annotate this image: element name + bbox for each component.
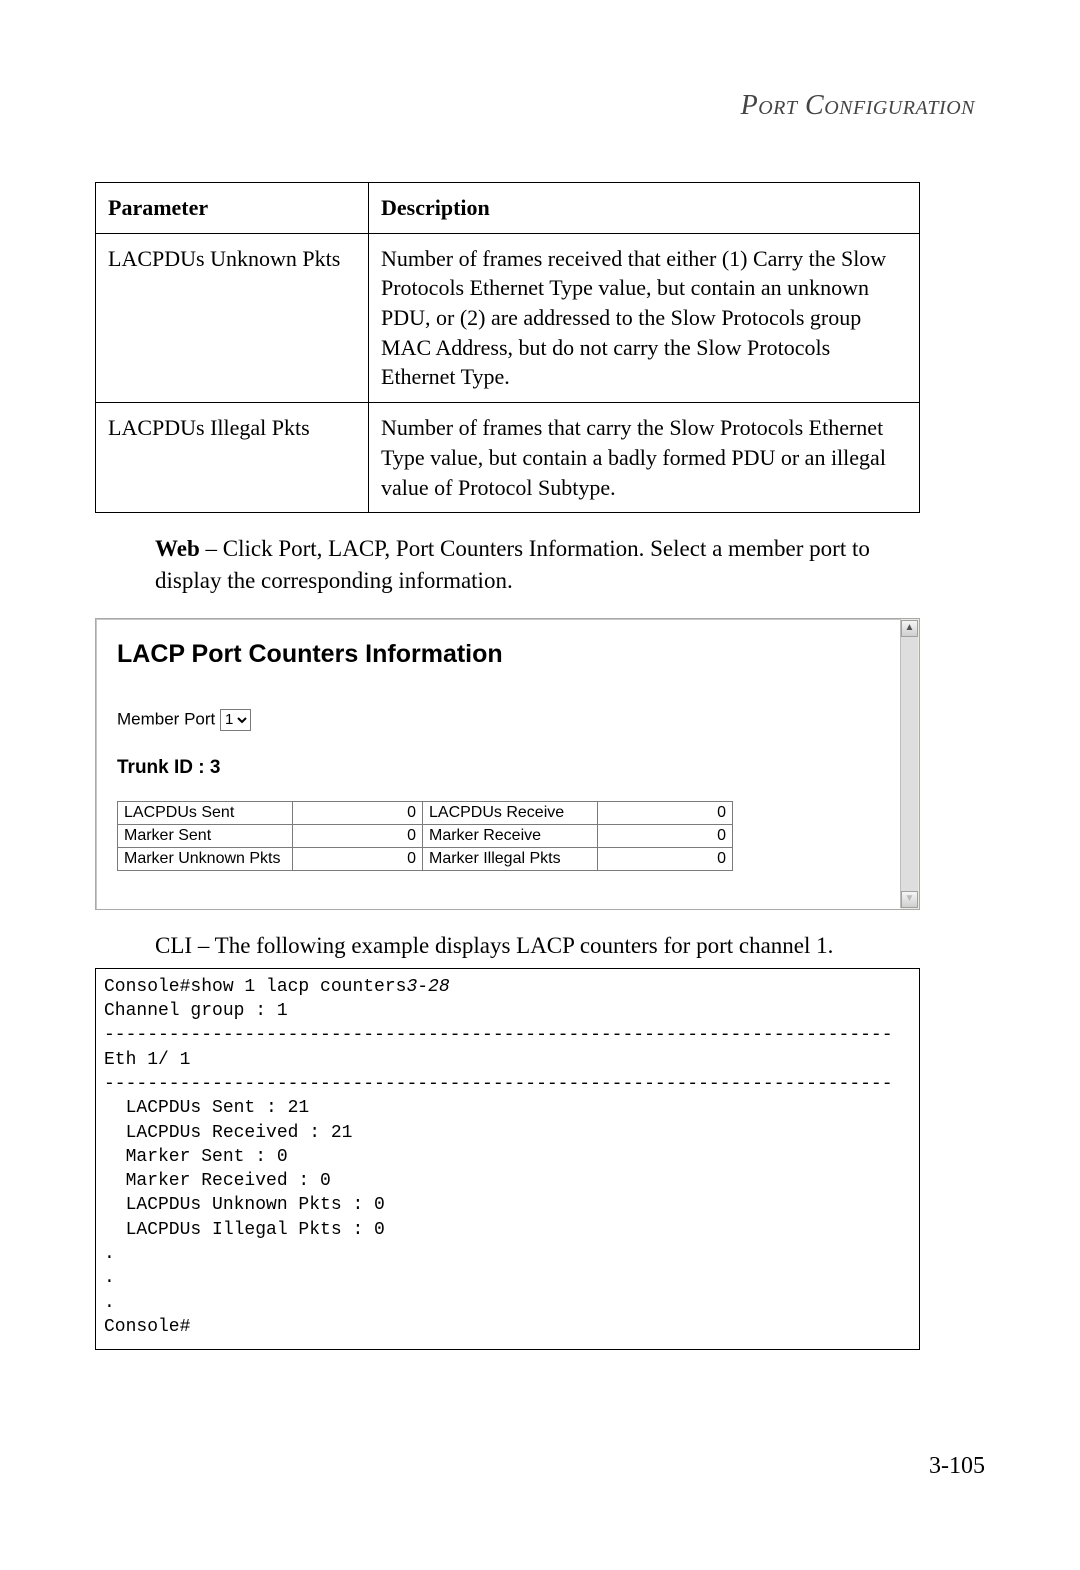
member-port-select[interactable]: 1 (220, 709, 251, 731)
param-table-header-parameter: Parameter (96, 183, 369, 234)
counter-value: 0 (293, 801, 423, 824)
web-panel: LACP Port Counters Information Member Po… (95, 618, 920, 910)
cli-text: – The following example displays LACP co… (192, 933, 833, 958)
counter-label: Marker Receive (423, 824, 598, 847)
scroll-up-icon[interactable]: ▲ (901, 620, 918, 637)
counter-value: 0 (598, 801, 733, 824)
panel-title: LACP Port Counters Information (117, 640, 881, 669)
web-lead: Web (155, 536, 200, 561)
counter-label: Marker Sent (118, 824, 293, 847)
param-name: LACPDUs Illegal Pkts (96, 403, 369, 513)
cli-lead: CLI (155, 933, 192, 958)
param-name: LACPDUs Unknown Pkts (96, 233, 369, 402)
counter-value: 0 (293, 824, 423, 847)
table-row: LACPDUs Sent 0 LACPDUs Receive 0 (118, 801, 733, 824)
parameter-table: Parameter Description LACPDUs Unknown Pk… (95, 182, 920, 513)
param-table-header-description: Description (369, 183, 920, 234)
member-port-row: Member Port 1 (117, 709, 881, 731)
cli-body: Channel group : 1 ----------------------… (104, 1001, 893, 1337)
counter-label: Marker Unknown Pkts (118, 847, 293, 870)
table-row: LACPDUs Illegal Pkts Number of frames th… (96, 403, 920, 513)
counter-label: LACPDUs Sent (118, 801, 293, 824)
web-instructions: Web – Click Port, LACP, Port Counters In… (155, 533, 915, 597)
counter-label: LACPDUs Receive (423, 801, 598, 824)
counter-value: 0 (293, 847, 423, 870)
cli-command: Console#show 1 lacp counters (104, 977, 406, 997)
counter-label: Marker Illegal Pkts (423, 847, 598, 870)
section-title: Port Configuration (95, 90, 985, 122)
table-row: LACPDUs Unknown Pkts Number of frames re… (96, 233, 920, 402)
cli-instructions: CLI – The following example displays LAC… (155, 930, 915, 962)
param-desc: Number of frames that carry the Slow Pro… (369, 403, 920, 513)
web-text: – Click Port, LACP, Port Counters Inform… (155, 536, 870, 593)
page-number: 3-105 (929, 1453, 985, 1480)
table-row: Marker Unknown Pkts 0 Marker Illegal Pkt… (118, 847, 733, 870)
counter-value: 0 (598, 824, 733, 847)
cli-output: Console#show 1 lacp counters3-28 Channel… (95, 968, 920, 1350)
web-panel-inner: LACP Port Counters Information Member Po… (96, 619, 901, 909)
cli-reference: 3-28 (406, 977, 449, 997)
member-port-label: Member Port (117, 709, 215, 728)
table-row: Marker Sent 0 Marker Receive 0 (118, 824, 733, 847)
counter-value: 0 (598, 847, 733, 870)
counter-table: LACPDUs Sent 0 LACPDUs Receive 0 Marker … (117, 801, 733, 871)
param-desc: Number of frames received that either (1… (369, 233, 920, 402)
scroll-down-icon[interactable]: ▼ (901, 891, 918, 908)
scrollbar[interactable]: ▲ ▼ (900, 620, 918, 908)
page: Port Configuration Parameter Description… (0, 0, 1080, 1570)
trunk-id-label: Trunk ID : 3 (117, 757, 881, 779)
